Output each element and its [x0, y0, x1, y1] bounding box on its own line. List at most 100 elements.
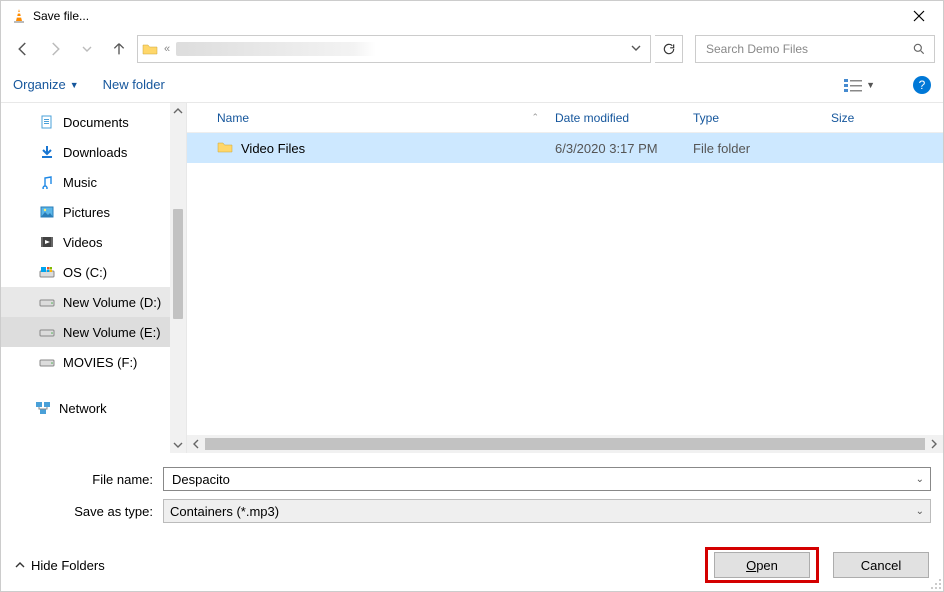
file-name-input[interactable]	[170, 471, 916, 488]
back-button[interactable]	[9, 35, 37, 63]
scroll-thumb[interactable]	[205, 438, 925, 450]
hide-folders-button[interactable]: Hide Folders	[15, 558, 105, 573]
column-label: Date modified	[555, 111, 629, 125]
tree-label: New Volume (E:)	[63, 325, 161, 340]
pictures-icon	[39, 204, 55, 220]
new-folder-button[interactable]: New folder	[103, 77, 165, 92]
tree-item-volume-e[interactable]: New Volume (E:)	[1, 317, 186, 347]
tree-item-music[interactable]: Music	[1, 167, 186, 197]
file-date: 6/3/2020 3:17 PM	[547, 141, 685, 156]
column-date[interactable]: Date modified	[547, 103, 685, 132]
refresh-button[interactable]	[655, 35, 683, 63]
cancel-button[interactable]: Cancel	[833, 552, 929, 578]
network-icon	[35, 400, 51, 416]
column-label: Size	[831, 111, 854, 125]
tree-label: Videos	[63, 235, 103, 250]
chevron-down-icon: ▼	[866, 80, 875, 90]
file-name: Video Files	[241, 141, 305, 156]
nav-row: «	[1, 31, 943, 67]
save-as-type-select[interactable]: Containers (*.mp3) ⌄	[163, 499, 931, 523]
tree-item-downloads[interactable]: Downloads	[1, 137, 186, 167]
sort-indicator-icon: ⌃	[531, 112, 539, 123]
tree-label: OS (C:)	[63, 265, 107, 280]
search-input[interactable]	[704, 41, 912, 57]
folder-icon	[142, 41, 158, 57]
column-name[interactable]: Name ⌃	[209, 103, 547, 132]
tree-label: Downloads	[63, 145, 127, 160]
folder-icon	[217, 139, 233, 158]
tree-item-documents[interactable]: Documents	[1, 107, 186, 137]
column-type[interactable]: Type	[685, 103, 823, 132]
music-icon	[39, 174, 55, 190]
column-label: Name	[217, 111, 249, 125]
scroll-up-icon[interactable]	[170, 103, 186, 119]
open-label: Open	[746, 558, 778, 573]
scroll-right-icon[interactable]	[925, 435, 943, 453]
open-button[interactable]: Open	[714, 552, 810, 578]
hide-folders-label: Hide Folders	[31, 558, 105, 573]
file-name-label: File name:	[13, 472, 163, 487]
drive-icon	[39, 354, 55, 370]
search-box[interactable]	[695, 35, 935, 63]
tree-label: Pictures	[63, 205, 110, 220]
tree-label: New Volume (D:)	[63, 295, 161, 310]
tree-scrollbar[interactable]	[170, 103, 186, 453]
forward-button[interactable]	[41, 35, 69, 63]
tree-item-network[interactable]: Network	[1, 393, 186, 423]
resize-grip-icon[interactable]	[930, 578, 942, 590]
column-label: Type	[693, 111, 719, 125]
download-icon	[39, 144, 55, 160]
bottom-bar: Hide Folders Open Cancel	[1, 539, 943, 591]
chevron-down-icon: ▼	[70, 80, 79, 90]
open-button-highlight: Open	[705, 547, 819, 583]
document-icon	[39, 114, 55, 130]
organize-button[interactable]: Organize ▼	[13, 77, 79, 92]
file-area: Name ⌃ Date modified Type Size Video Fil…	[187, 103, 943, 453]
chevron-down-icon: ⌄	[916, 506, 924, 517]
folder-tree: Documents Downloads Music Pictures	[1, 103, 187, 453]
window-title: Save file...	[33, 9, 89, 23]
vlc-icon	[11, 8, 27, 24]
view-mode-button[interactable]: ▼	[844, 78, 875, 92]
file-type: File folder	[685, 141, 823, 156]
tree-label: Music	[63, 175, 97, 190]
title-bar: Save file...	[1, 1, 943, 31]
videos-icon	[39, 234, 55, 250]
filename-section: File name: ⌄ Save as type: Containers (*…	[1, 453, 943, 539]
file-list: Video Files 6/3/2020 3:17 PM File folder	[187, 133, 943, 435]
tree-item-volume-d[interactable]: New Volume (D:)	[1, 287, 186, 317]
address-drop-icon[interactable]	[626, 42, 646, 56]
tree-label: Documents	[63, 115, 129, 130]
tree-label: Network	[59, 401, 107, 416]
drive-icon	[39, 324, 55, 340]
horizontal-scrollbar[interactable]	[187, 435, 943, 453]
tree-item-pictures[interactable]: Pictures	[1, 197, 186, 227]
chevron-up-icon	[15, 558, 25, 573]
search-icon	[912, 42, 926, 56]
organize-label: Organize	[13, 77, 66, 92]
cancel-label: Cancel	[861, 558, 901, 573]
file-row[interactable]: Video Files 6/3/2020 3:17 PM File folder	[187, 133, 943, 163]
recent-locations-button[interactable]	[73, 35, 101, 63]
column-headers: Name ⌃ Date modified Type Size	[187, 103, 943, 133]
column-size[interactable]: Size	[823, 103, 943, 132]
new-folder-label: New folder	[103, 77, 165, 92]
tree-item-movies-f[interactable]: MOVIES (F:)	[1, 347, 186, 377]
save-as-type-label: Save as type:	[13, 504, 163, 519]
help-button[interactable]: ?	[913, 76, 931, 94]
file-name-field-wrap[interactable]: ⌄	[163, 467, 931, 491]
close-button[interactable]	[899, 1, 939, 31]
scroll-left-icon[interactable]	[187, 435, 205, 453]
tree-item-videos[interactable]: Videos	[1, 227, 186, 257]
chevron-down-icon[interactable]: ⌄	[916, 474, 924, 485]
breadcrumb-chevrons: «	[164, 43, 170, 55]
toolbar: Organize ▼ New folder ▼ ?	[1, 67, 943, 103]
scroll-thumb[interactable]	[173, 209, 183, 319]
address-bar[interactable]: «	[137, 35, 651, 63]
tree-label: MOVIES (F:)	[63, 355, 137, 370]
tree-item-os-c[interactable]: OS (C:)	[1, 257, 186, 287]
up-button[interactable]	[105, 35, 133, 63]
address-path	[176, 42, 620, 56]
osdrive-icon	[39, 264, 55, 280]
scroll-down-icon[interactable]	[170, 437, 186, 453]
